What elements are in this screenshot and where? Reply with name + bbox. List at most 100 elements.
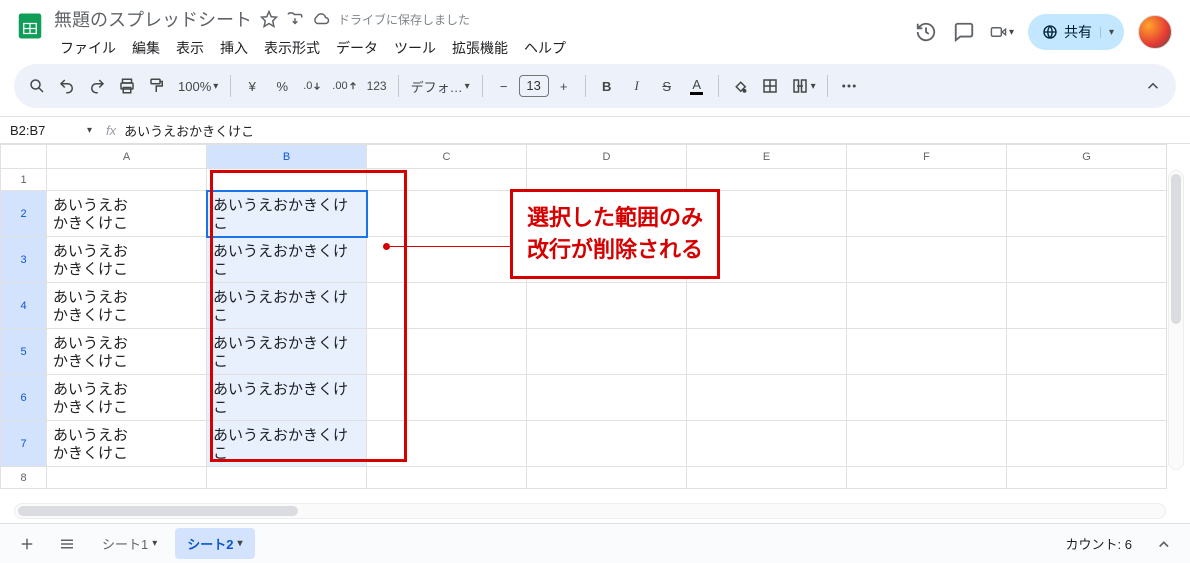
cell[interactable]: あいうえおかきくけこ [207, 191, 367, 237]
cell[interactable] [687, 421, 847, 467]
font-select[interactable]: デフォ…▾ [407, 77, 474, 96]
cell[interactable]: あいうえお かきくけこ [47, 421, 207, 467]
cloud-icon[interactable] [312, 10, 330, 28]
redo-icon[interactable] [84, 72, 110, 100]
name-box[interactable]: B2:B7▾ [10, 123, 98, 138]
row-header[interactable]: 1 [1, 169, 47, 191]
cell[interactable] [687, 467, 847, 489]
bold-btn[interactable]: B [594, 72, 620, 100]
cell[interactable] [1007, 375, 1167, 421]
menu-tools[interactable]: ツール [388, 34, 442, 62]
col-header[interactable]: G [1007, 145, 1167, 169]
more-icon[interactable] [836, 72, 862, 100]
cell[interactable] [1007, 191, 1167, 237]
cell[interactable] [367, 375, 527, 421]
cell[interactable]: あいうえおかきくけこ [207, 421, 367, 467]
merge-btn[interactable]: ▾ [787, 72, 819, 100]
cell[interactable] [847, 283, 1007, 329]
col-header[interactable]: B [207, 145, 367, 169]
share-dropdown-icon[interactable]: ▾ [1100, 27, 1114, 38]
cell[interactable] [367, 329, 527, 375]
row-header[interactable]: 4 [1, 283, 47, 329]
row-header[interactable]: 2 [1, 191, 47, 237]
paint-format-icon[interactable] [144, 72, 170, 100]
undo-icon[interactable] [54, 72, 80, 100]
sheet-tab[interactable]: シート1▾ [90, 528, 169, 559]
font-inc-btn[interactable]: + [551, 72, 577, 100]
horizontal-scrollbar[interactable] [14, 503, 1166, 519]
cell[interactable] [687, 375, 847, 421]
cell[interactable] [847, 237, 1007, 283]
star-icon[interactable] [260, 10, 278, 28]
menu-help[interactable]: ヘルプ [518, 34, 572, 62]
cell[interactable] [367, 283, 527, 329]
cell[interactable] [1007, 421, 1167, 467]
cell[interactable] [527, 467, 687, 489]
comment-icon[interactable] [952, 20, 976, 44]
col-header[interactable]: F [847, 145, 1007, 169]
borders-btn[interactable] [757, 72, 783, 100]
row-header[interactable]: 5 [1, 329, 47, 375]
search-icon[interactable] [24, 72, 50, 100]
add-sheet-btn[interactable] [10, 529, 44, 559]
collapse-toolbar-icon[interactable] [1140, 72, 1166, 100]
text-color-btn[interactable]: A [684, 72, 710, 100]
cell[interactable] [1007, 467, 1167, 489]
cell[interactable] [1007, 169, 1167, 191]
cell[interactable]: あいうえお かきくけこ [47, 191, 207, 237]
cell[interactable] [207, 169, 367, 191]
menu-ext[interactable]: 拡張機能 [446, 34, 514, 62]
all-sheets-btn[interactable] [50, 529, 84, 559]
cell[interactable] [527, 375, 687, 421]
menu-insert[interactable]: 挿入 [214, 34, 254, 62]
cell[interactable] [847, 169, 1007, 191]
cell[interactable] [1007, 237, 1167, 283]
col-header[interactable]: D [527, 145, 687, 169]
cell[interactable] [847, 191, 1007, 237]
cell[interactable] [527, 283, 687, 329]
cell[interactable]: あいうえおかきくけこ [207, 375, 367, 421]
cell[interactable] [1007, 329, 1167, 375]
cell[interactable] [687, 283, 847, 329]
cell[interactable] [207, 467, 367, 489]
cell[interactable] [367, 421, 527, 467]
cell[interactable]: あいうえお かきくけこ [47, 329, 207, 375]
cell[interactable]: あいうえお かきくけこ [47, 375, 207, 421]
row-header[interactable]: 7 [1, 421, 47, 467]
history-icon[interactable] [914, 20, 938, 44]
cell[interactable]: あいうえお かきくけこ [47, 237, 207, 283]
fill-color-btn[interactable] [727, 72, 753, 100]
strike-btn[interactable]: S [654, 72, 680, 100]
font-dec-btn[interactable]: − [491, 72, 517, 100]
row-header[interactable]: 6 [1, 375, 47, 421]
cell[interactable] [367, 169, 527, 191]
select-all-corner[interactable] [1, 145, 47, 169]
cell[interactable]: あいうえおかきくけこ [207, 283, 367, 329]
sheet-tab[interactable]: シート2▾ [175, 528, 254, 559]
cell[interactable] [527, 169, 687, 191]
cell[interactable] [687, 169, 847, 191]
cell[interactable] [1007, 283, 1167, 329]
row-header[interactable]: 8 [1, 467, 47, 489]
number-format-btn[interactable]: 123 [364, 72, 390, 100]
share-button[interactable]: 共有 ▾ [1028, 14, 1124, 50]
menu-file[interactable]: ファイル [54, 34, 122, 62]
menu-edit[interactable]: 編集 [126, 34, 166, 62]
sheets-logo[interactable] [10, 6, 50, 46]
vertical-scrollbar[interactable] [1168, 170, 1184, 470]
cell[interactable] [847, 467, 1007, 489]
menu-view[interactable]: 表示 [170, 34, 210, 62]
cell[interactable]: あいうえおかきくけこ [207, 329, 367, 375]
percent-btn[interactable]: % [269, 72, 295, 100]
cell[interactable] [47, 169, 207, 191]
account-avatar[interactable] [1138, 15, 1172, 49]
cell[interactable] [367, 191, 527, 237]
cell[interactable] [847, 421, 1007, 467]
meet-icon[interactable]: ▾ [990, 20, 1014, 44]
col-header[interactable]: E [687, 145, 847, 169]
cell[interactable] [367, 467, 527, 489]
font-size-input[interactable]: 13 [519, 75, 549, 97]
col-header[interactable]: A [47, 145, 207, 169]
inc-decimal-btn[interactable]: .00 [329, 72, 359, 100]
zoom-select[interactable]: 100%▾ [174, 79, 222, 94]
